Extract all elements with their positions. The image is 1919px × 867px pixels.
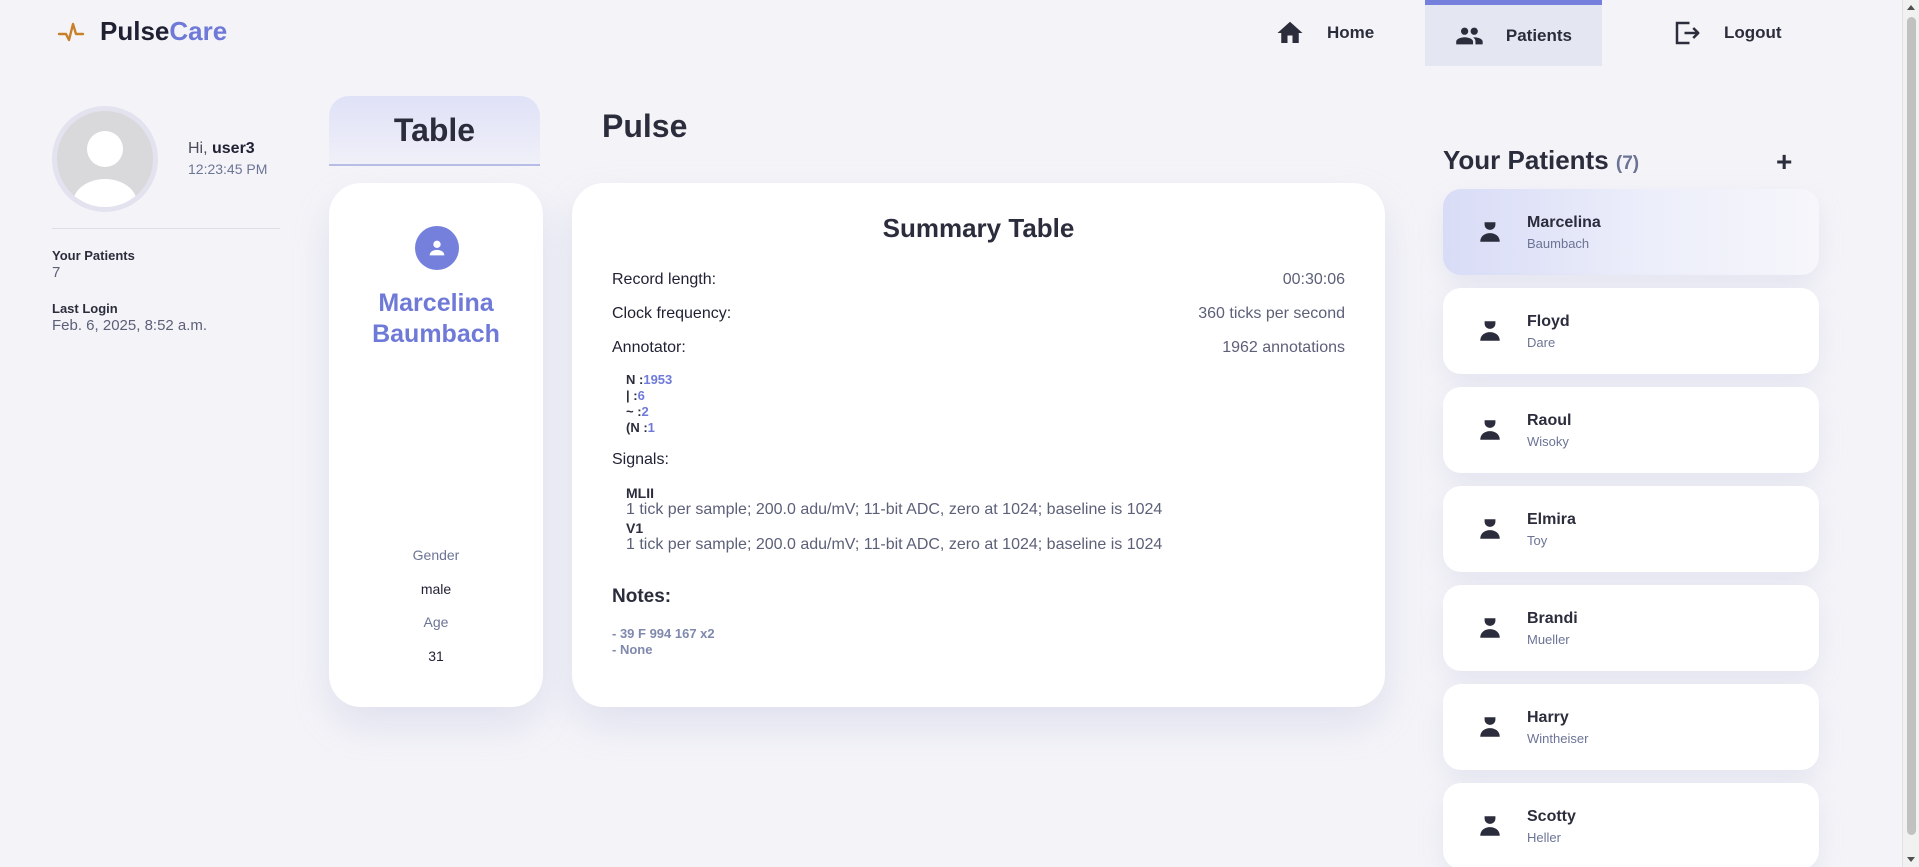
patient-list-item[interactable]: Brandi Mueller bbox=[1443, 585, 1819, 671]
nav-home[interactable]: Home bbox=[1245, 0, 1415, 66]
patient-list: Marcelina Baumbach Floyd Dare Raoul Wisoky … bbox=[1443, 189, 1819, 867]
username: user3 bbox=[212, 140, 255, 157]
annotation-item: | :6 bbox=[626, 388, 645, 403]
signal-name: MLII bbox=[626, 485, 654, 501]
patient-last-name: Baumbach bbox=[1527, 235, 1590, 251]
app-name: PulseCare bbox=[100, 16, 228, 46]
summary-card: Summary Table Record length: 00:30:06 Cl… bbox=[572, 183, 1385, 707]
patient-list-item[interactable]: Marcelina Baumbach bbox=[1443, 189, 1819, 275]
patients-count: (7) bbox=[1615, 153, 1640, 174]
patient-first-name: Harry bbox=[1527, 708, 1569, 726]
pulse-logo-icon bbox=[57, 22, 85, 41]
avatar bbox=[52, 106, 158, 212]
annotation-item: ~ :2 bbox=[626, 404, 649, 419]
patient-avatar bbox=[415, 226, 459, 270]
row-value: 1962 annotations bbox=[1222, 339, 1345, 356]
person-icon bbox=[1480, 717, 1500, 737]
patient-card: Marcelina Baumbach Gender male Age 31 bbox=[329, 183, 543, 707]
add-icon: + bbox=[1776, 146, 1793, 177]
patient-first-name: Scotty bbox=[1527, 807, 1576, 825]
person-icon bbox=[1480, 321, 1500, 341]
divider bbox=[52, 228, 280, 229]
patients-icon bbox=[1456, 27, 1483, 44]
signals-label-row: Signals: bbox=[612, 451, 1345, 469]
summary-row: Record length: 00:30:06 bbox=[612, 271, 1345, 289]
patient-list-item[interactable]: Harry Wintheiser bbox=[1443, 684, 1819, 770]
nav-patients[interactable]: Patients bbox=[1425, 0, 1602, 66]
greeting: Hi, user3 bbox=[188, 140, 255, 157]
annotation-item: N :1953 bbox=[626, 372, 673, 387]
person-icon bbox=[429, 240, 445, 256]
current-time: 12:23:45 PM bbox=[188, 161, 268, 177]
last-login-label: Last Login bbox=[52, 301, 118, 316]
row-value: 00:30:06 bbox=[1282, 271, 1345, 288]
patient-last-name: Mueller bbox=[1527, 631, 1570, 647]
patient-last-name: Dare bbox=[1527, 334, 1556, 350]
signal-desc: 1 tick per sample; 200.0 adu/mV; 11-bit … bbox=[626, 501, 1163, 518]
nav-home-label: Home bbox=[1327, 23, 1375, 42]
gender-label: Gender bbox=[412, 547, 460, 563]
patient-last-name: Wintheiser bbox=[1527, 730, 1589, 746]
scroll-down-icon[interactable] bbox=[1907, 857, 1915, 862]
signals-label: Signals: bbox=[612, 451, 669, 468]
person-icon bbox=[1480, 816, 1500, 836]
patient-list-item[interactable]: Scotty Heller bbox=[1443, 783, 1819, 867]
app-logo[interactable]: PulseCare bbox=[56, 16, 227, 47]
tab-table[interactable]: Table bbox=[329, 96, 540, 166]
home-icon bbox=[1277, 21, 1303, 43]
logout-icon bbox=[1675, 21, 1700, 45]
scrollbar-thumb[interactable] bbox=[1907, 17, 1916, 835]
patient-last-name: Heller bbox=[1527, 829, 1561, 845]
annotation-item: (N :1 bbox=[626, 420, 655, 435]
nav-logout-label: Logout bbox=[1724, 23, 1782, 42]
signal-name: V1 bbox=[626, 520, 644, 536]
person-icon bbox=[1480, 222, 1500, 242]
row-key: Record length: bbox=[612, 271, 717, 288]
signal-desc: 1 tick per sample; 200.0 adu/mV; 11-bit … bbox=[626, 536, 1163, 553]
patient-list-item[interactable]: Floyd Dare bbox=[1443, 288, 1819, 374]
age-value: 31 bbox=[428, 648, 444, 664]
summary-row: Annotator: 1962 annotations bbox=[612, 339, 1345, 357]
last-login-value: Feb. 6, 2025, 8:52 a.m. bbox=[52, 317, 208, 334]
note-item: - 39 F 994 167 x2 bbox=[612, 626, 715, 641]
notes-heading: Notes: bbox=[612, 586, 672, 607]
note-item: - None bbox=[612, 642, 653, 657]
top-nav: Home Patients Logout bbox=[1245, 0, 1842, 66]
patient-last-name: Wisoky bbox=[1527, 433, 1569, 449]
patient-last-name: Baumbach bbox=[372, 320, 500, 348]
patient-first-name: Elmira bbox=[1527, 510, 1576, 528]
your-patients-label: Your Patients bbox=[52, 248, 135, 263]
patient-first-name: Brandi bbox=[1527, 609, 1578, 627]
patient-first-name: Marcelina bbox=[1527, 213, 1601, 231]
row-key: Clock frequency: bbox=[612, 305, 732, 322]
patient-list-item[interactable]: Raoul Wisoky bbox=[1443, 387, 1819, 473]
gender-value: male bbox=[420, 581, 452, 597]
row-key: Annotator: bbox=[612, 339, 686, 356]
patient-first-name: Floyd bbox=[1527, 312, 1570, 330]
patient-name: Marcelina Baumbach bbox=[329, 288, 543, 350]
nav-patients-label: Patients bbox=[1505, 25, 1572, 45]
patient-first-name: Raoul bbox=[1527, 411, 1572, 429]
tab-pulse[interactable]: Pulse bbox=[602, 108, 687, 145]
person-icon bbox=[1480, 519, 1500, 539]
patient-list-item[interactable]: Elmira Toy bbox=[1443, 486, 1819, 572]
your-patients-title: Your Patients (7) bbox=[1443, 145, 1640, 175]
age-label: Age bbox=[423, 614, 449, 630]
person-icon bbox=[1480, 420, 1500, 440]
add-patient-button[interactable]: + bbox=[1776, 146, 1792, 178]
row-value: 360 ticks per second bbox=[1198, 305, 1345, 322]
patient-first-name: Marcelina bbox=[378, 289, 494, 317]
avatar-icon bbox=[73, 131, 137, 207]
summary-title: Summary Table bbox=[882, 213, 1075, 243]
person-icon bbox=[1480, 618, 1500, 638]
scroll-up-icon[interactable] bbox=[1907, 5, 1915, 10]
your-patients-count: 7 bbox=[52, 264, 61, 281]
nav-logout[interactable]: Logout bbox=[1642, 0, 1842, 66]
patient-last-name: Toy bbox=[1527, 532, 1548, 548]
summary-row: Clock frequency: 360 ticks per second bbox=[612, 305, 1345, 323]
vertical-scrollbar[interactable] bbox=[1902, 0, 1919, 867]
